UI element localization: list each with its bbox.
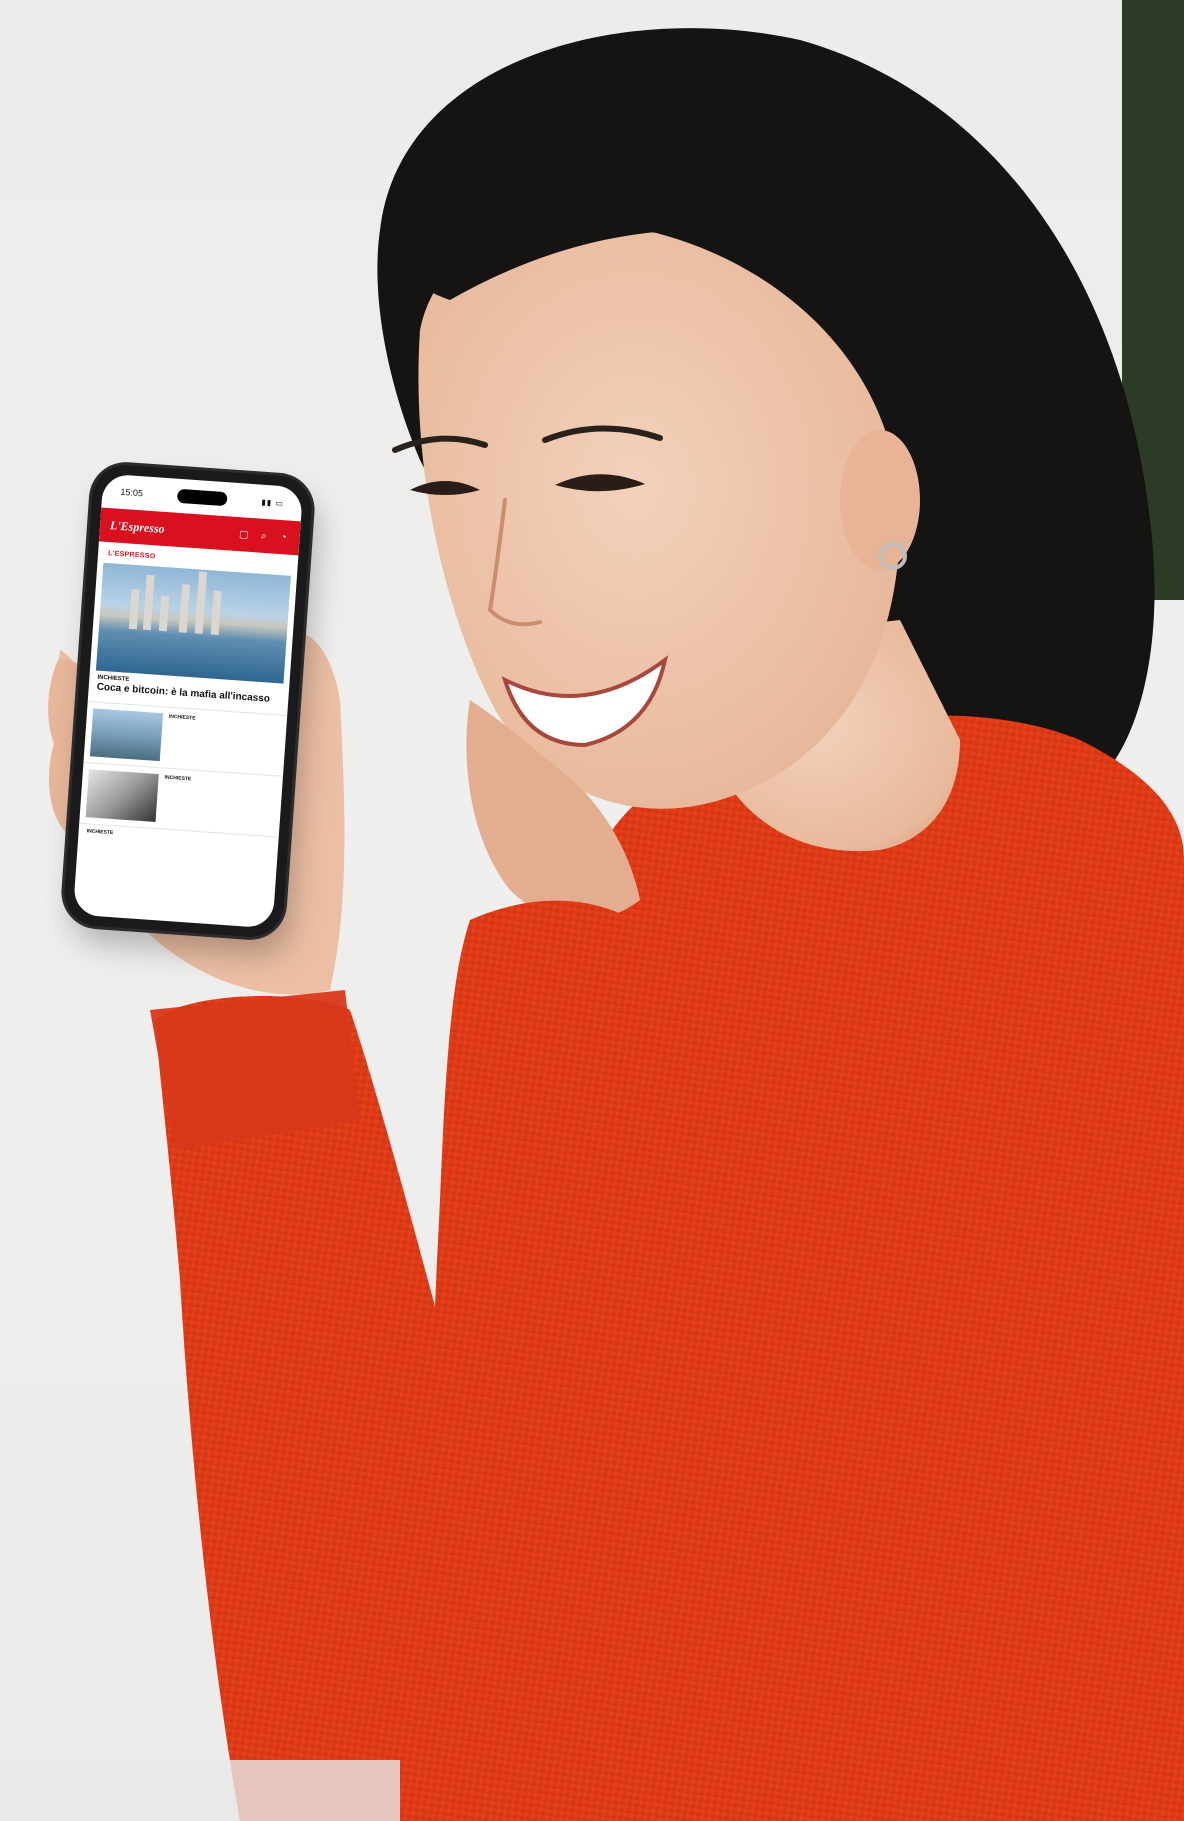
search-icon[interactable]: ⌕ (257, 530, 270, 542)
phone-screen: 15:05 ▮▮ ▭ L'Espresso ▢ ⌕ ◔ L'ESPRESSO I… (72, 473, 304, 929)
hero-image[interactable] (95, 562, 291, 684)
app-logo[interactable]: L'Espresso (110, 518, 166, 537)
signal-battery-icon: ▮▮ ▭ (261, 497, 285, 508)
dynamic-island (176, 488, 228, 507)
phone: 15:05 ▮▮ ▭ L'Espresso ▢ ⌕ ◔ L'ESPRESSO I… (62, 462, 314, 940)
list-item-thumbnail (89, 707, 164, 761)
ear (840, 430, 920, 570)
phone-frame: 15:05 ▮▮ ▭ L'Espresso ▢ ⌕ ◔ L'ESPRESSO I… (62, 462, 314, 940)
status-time: 15:05 (120, 486, 144, 499)
bookmark-icon[interactable]: ▢ (237, 529, 250, 541)
foreground-surface (0, 1760, 400, 1821)
list-item-kicker: INCHIESTE (168, 713, 196, 722)
list-item-kicker: INCHIESTE (164, 774, 192, 782)
user-icon[interactable]: ◔ (277, 531, 290, 543)
list-item-thumbnail (85, 768, 159, 822)
